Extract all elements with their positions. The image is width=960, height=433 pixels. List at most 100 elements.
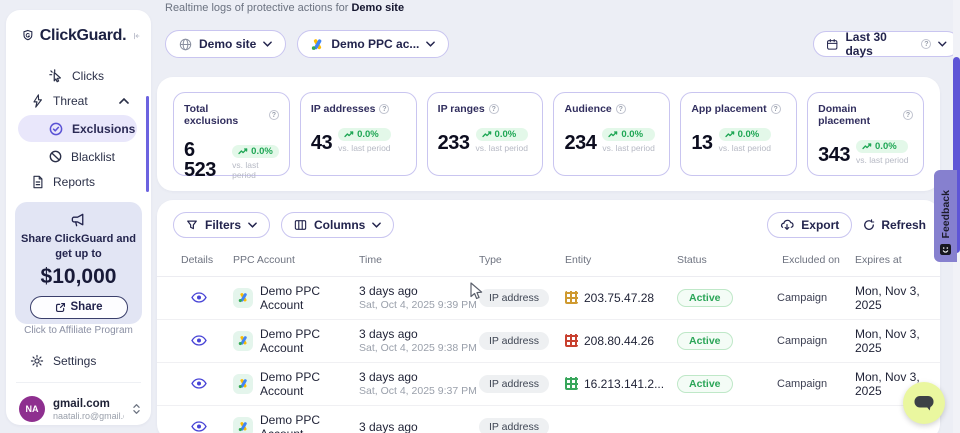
brand: ClickGuard. <box>6 10 151 55</box>
help-icon[interactable]: ? <box>616 104 626 114</box>
help-icon[interactable]: ? <box>771 104 781 114</box>
ppc-filter-value: Demo PPC ac... <box>331 37 419 51</box>
stat-card-ip-addresses: IP addresses? 43 0.0% vs. last period <box>300 92 417 176</box>
promo-text: Share ClickGuard and get up to <box>15 232 142 262</box>
excluded-on-value: Campaign <box>777 378 845 390</box>
blacklist-icon <box>49 150 62 163</box>
date-range-value: Last 30 days <box>845 30 914 58</box>
entity-identicon <box>565 377 578 390</box>
chat-bubble-icon <box>913 394 935 413</box>
time-absolute: Sat, Oct 4, 2025 9:39 PM <box>359 299 479 311</box>
trend-up-icon <box>482 131 492 138</box>
sidebar-item-threat[interactable]: Threat <box>6 88 143 113</box>
help-icon[interactable]: ? <box>489 104 499 114</box>
refresh-label: Refresh <box>881 218 926 232</box>
column-header[interactable]: PPC Account <box>233 254 359 266</box>
google-ads-icon <box>233 417 253 433</box>
excluded-on-value: Campaign <box>777 292 845 304</box>
trend-up-icon <box>725 131 735 138</box>
sidebar-item-clicks[interactable]: Clicks <box>6 63 143 88</box>
view-details-button[interactable] <box>191 335 233 346</box>
date-range-dropdown[interactable]: Last 30 days ? <box>813 31 960 57</box>
collapse-sidebar-icon[interactable] <box>132 29 141 43</box>
export-button[interactable]: Export <box>767 212 852 238</box>
stat-card-audience: Audience? 234 0.0% vs. last period <box>553 92 670 176</box>
shield-logo-icon <box>22 26 34 45</box>
sidebar-item-label: Blacklist <box>71 150 115 164</box>
stat-label: Domain placement <box>818 103 899 127</box>
expires-at-value: Mon, Nov 3, 2025 <box>845 327 930 355</box>
promo-amount: $10,000 <box>15 265 142 289</box>
stat-value: 43 <box>311 133 332 153</box>
delta-badge: 0.0% <box>338 128 390 141</box>
entity-identicon <box>565 334 578 347</box>
column-header[interactable]: Entity <box>565 254 677 266</box>
view-details-button[interactable] <box>191 378 233 389</box>
table-body: Demo PPC Account 3 days ago Sat, Oct 4, … <box>157 276 940 433</box>
google-ads-icon <box>311 38 324 51</box>
type-badge: IP address <box>479 289 549 307</box>
entity-value: 203.75.47.28 <box>584 291 654 305</box>
settings-label: Settings <box>53 354 96 368</box>
table-toolbar: Filters Columns Export Refresh <box>157 200 940 238</box>
brand-name: ClickGuard. <box>40 27 127 45</box>
affiliate-promo-card[interactable]: Share ClickGuard and get up to $10,000 S… <box>15 202 142 324</box>
sidebar-item-exclusions[interactable]: Exclusions <box>18 115 137 142</box>
up-down-chevrons-icon <box>132 403 141 415</box>
filters-dropdown[interactable]: Filters <box>173 212 270 238</box>
eye-icon <box>191 421 207 432</box>
table-row[interactable]: Demo PPC Account 3 days ago Sat, Oct 4, … <box>157 319 940 362</box>
time-absolute: Sat, Oct 4, 2025 9:37 PM <box>359 385 479 397</box>
column-header[interactable]: Details <box>181 254 233 266</box>
chat-launcher-button[interactable] <box>903 382 945 424</box>
help-icon[interactable]: ? <box>379 104 389 114</box>
page-subtitle: Realtime logs of protective actions for … <box>165 2 404 14</box>
google-ads-icon <box>233 288 253 308</box>
table-row[interactable]: Demo PPC Account 3 days ago Sat, Oct 4, … <box>157 276 940 319</box>
eye-icon <box>191 378 207 389</box>
sidebar-item-label: Clicks <box>72 69 104 83</box>
column-header[interactable]: Status <box>677 254 777 266</box>
table-row[interactable]: Demo PPC Account 3 days ago IP address <box>157 405 940 433</box>
feedback-smiley-icon <box>940 244 951 255</box>
scope-filters: Demo site Demo PPC ac... <box>165 30 449 58</box>
sidebar-item-label: Reports <box>53 175 95 189</box>
column-header[interactable]: Type <box>479 254 565 266</box>
stat-card-ip-ranges: IP ranges? 233 0.0% vs. last period <box>427 92 544 176</box>
table-header-row: Details PPC Account Time Type Entity Sta… <box>157 254 940 267</box>
column-header[interactable]: Expires at <box>845 254 930 266</box>
table-row[interactable]: Demo PPC Account 3 days ago Sat, Oct 4, … <box>157 362 940 405</box>
type-badge: IP address <box>479 375 549 393</box>
share-button[interactable]: Share <box>30 296 128 319</box>
trend-up-icon <box>344 131 354 138</box>
clicks-icon <box>49 69 63 83</box>
delta-badge: 0.0% <box>476 128 528 141</box>
stat-label: App placement <box>691 103 766 115</box>
stat-caption: vs. last period <box>232 160 279 180</box>
sidebar-scrollbar[interactable] <box>146 96 149 192</box>
feedback-tab[interactable]: Feedback <box>934 170 957 262</box>
column-header[interactable]: Excluded on <box>777 254 845 267</box>
avatar: NA <box>19 396 45 422</box>
status-badge: Active <box>677 375 733 393</box>
account-switcher[interactable]: NA gmail.com naatali.ro@gmail.com <box>6 392 151 426</box>
columns-dropdown[interactable]: Columns <box>281 212 394 238</box>
sidebar-item-settings[interactable]: Settings <box>6 350 151 372</box>
stat-card-total-exclusions: Total exclusions? 6 523 0.0% vs. last pe… <box>173 92 290 176</box>
stat-caption: vs. last period <box>602 143 654 153</box>
site-filter-dropdown[interactable]: Demo site <box>165 30 286 58</box>
ppc-account-filter-dropdown[interactable]: Demo PPC ac... <box>297 30 449 58</box>
stat-label: IP addresses <box>311 103 376 115</box>
sidebar-item-blacklist[interactable]: Blacklist <box>6 144 143 169</box>
clickguard-app: ClickGuard. Clicks Threat <box>0 0 960 433</box>
eye-icon <box>191 335 207 346</box>
ppc-account-name: Demo PPC Account <box>260 327 359 355</box>
view-details-button[interactable] <box>191 421 233 432</box>
stat-label: Audience <box>564 103 611 115</box>
help-icon[interactable]: ? <box>903 110 913 120</box>
refresh-button[interactable]: Refresh <box>863 218 926 232</box>
view-details-button[interactable] <box>191 292 233 303</box>
help-icon[interactable]: ? <box>269 110 279 120</box>
column-header[interactable]: Time <box>359 254 479 266</box>
sidebar-item-reports[interactable]: Reports <box>6 169 143 194</box>
